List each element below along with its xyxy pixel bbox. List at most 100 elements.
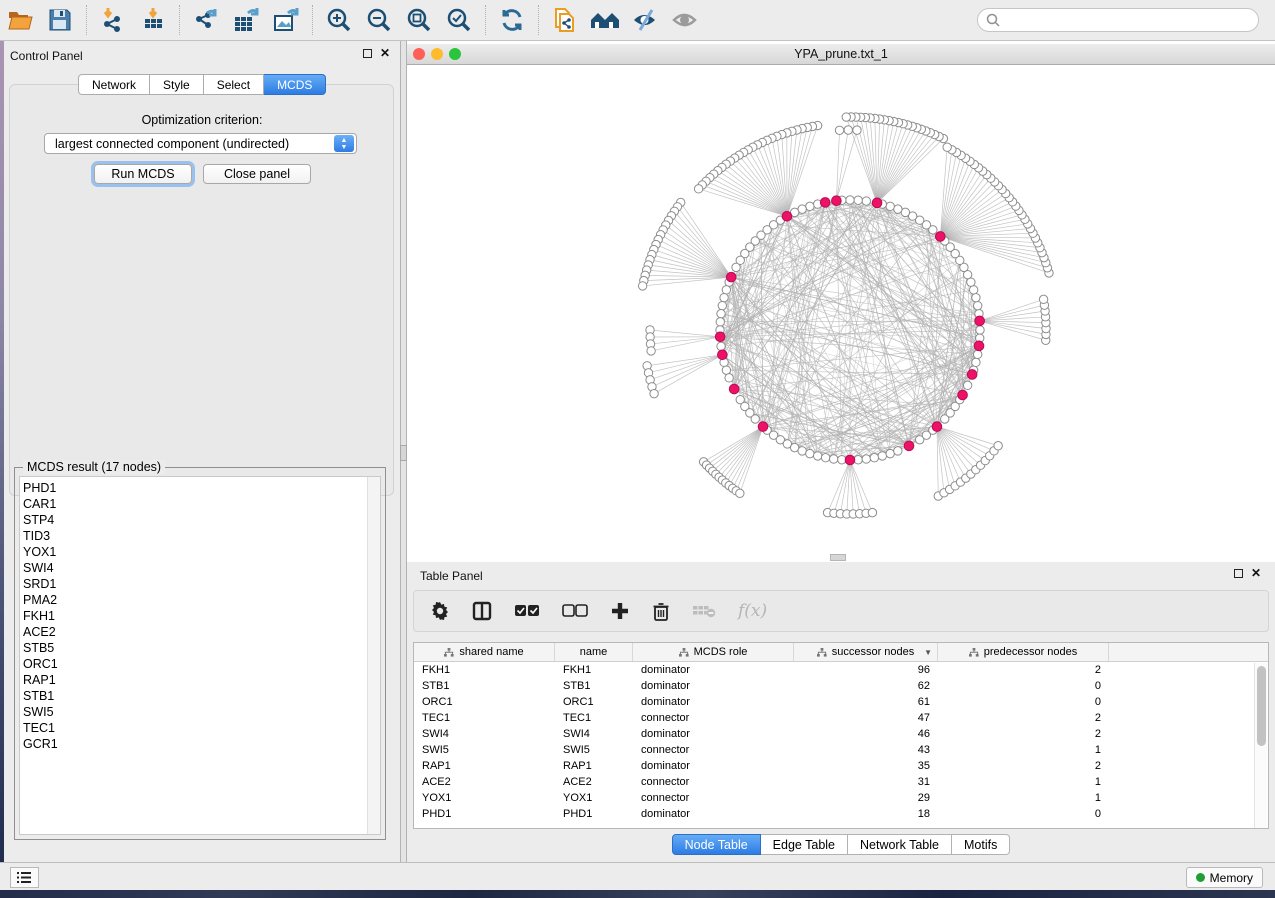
clear-selection-icon[interactable] bbox=[562, 604, 588, 618]
mcds-list-scrollbar[interactable] bbox=[367, 477, 380, 834]
network-node[interactable] bbox=[878, 452, 886, 460]
network-node[interactable] bbox=[853, 126, 861, 134]
network-node[interactable] bbox=[716, 318, 724, 326]
network-node[interactable] bbox=[694, 185, 702, 193]
network-node[interactable] bbox=[943, 143, 951, 151]
column-menu-icon[interactable]: ▼ bbox=[924, 648, 932, 657]
table-row[interactable]: SWI5SWI5connector431 bbox=[414, 742, 1268, 758]
dominator-node[interactable] bbox=[967, 370, 977, 380]
network-node[interactable] bbox=[969, 286, 977, 294]
network-node[interactable] bbox=[886, 202, 894, 210]
column-header-successors[interactable]: successor nodes▼ bbox=[794, 643, 938, 661]
search-input[interactable] bbox=[1000, 10, 1258, 30]
network-node[interactable] bbox=[725, 374, 733, 382]
network-node[interactable] bbox=[806, 449, 814, 457]
network-node[interactable] bbox=[830, 455, 838, 463]
table-row[interactable]: TEC1TEC1connector472 bbox=[414, 710, 1268, 726]
zoom-in-icon[interactable] bbox=[322, 4, 356, 36]
close-panel-icon[interactable]: ✕ bbox=[380, 49, 390, 58]
table-row[interactable]: PHD1PHD1dominator180 bbox=[414, 806, 1268, 822]
import-network-icon[interactable] bbox=[96, 4, 130, 36]
network-node[interactable] bbox=[972, 358, 980, 366]
network-node[interactable] bbox=[862, 197, 870, 205]
dominator-node[interactable] bbox=[718, 350, 728, 360]
table-scrollbar-thumb[interactable] bbox=[1257, 666, 1266, 746]
dominator-node[interactable] bbox=[958, 390, 968, 400]
mcds-result-item[interactable]: PMA2 bbox=[23, 592, 380, 608]
network-node[interactable] bbox=[972, 293, 980, 301]
network-node[interactable] bbox=[886, 449, 894, 457]
zoom-out-icon[interactable] bbox=[362, 4, 396, 36]
horizontal-splitter-handle[interactable] bbox=[830, 554, 846, 561]
network-node[interactable] bbox=[736, 489, 744, 497]
table-row[interactable]: YOX1YOX1connector291 bbox=[414, 790, 1268, 806]
network-node[interactable] bbox=[1039, 295, 1047, 303]
network-node[interactable] bbox=[842, 113, 850, 121]
mcds-result-item[interactable]: SWI4 bbox=[23, 560, 380, 576]
mcds-result-item[interactable]: TID3 bbox=[23, 528, 380, 544]
show-columns-icon[interactable] bbox=[472, 601, 492, 621]
import-table-icon[interactable] bbox=[136, 4, 170, 36]
network-node[interactable] bbox=[798, 447, 806, 455]
tab-select[interactable]: Select bbox=[204, 74, 264, 95]
mcds-result-item[interactable]: YOX1 bbox=[23, 544, 380, 560]
optimization-criterion-select[interactable]: largest connected component (undirected)… bbox=[44, 133, 357, 154]
network-node[interactable] bbox=[821, 453, 829, 461]
table-row[interactable]: FKH1FKH1dominator962 bbox=[414, 662, 1268, 678]
refresh-layout-icon[interactable] bbox=[495, 4, 529, 36]
zoom-selected-icon[interactable] bbox=[442, 4, 476, 36]
table-scrollbar[interactable] bbox=[1254, 663, 1267, 828]
table-row[interactable]: ORC1ORC1dominator610 bbox=[414, 694, 1268, 710]
tab-edge-table[interactable]: Edge Table bbox=[761, 834, 848, 855]
network-window-titlebar[interactable]: YPA_prune.txt_1 bbox=[407, 44, 1275, 65]
hide-selected-icon[interactable] bbox=[628, 4, 662, 36]
select-all-rows-icon[interactable] bbox=[514, 604, 540, 618]
mcds-result-item[interactable]: STB1 bbox=[23, 688, 380, 704]
dominator-node[interactable] bbox=[715, 332, 725, 342]
network-node[interactable] bbox=[806, 202, 814, 210]
mcds-result-item[interactable]: FKH1 bbox=[23, 608, 380, 624]
network-node[interactable] bbox=[868, 508, 876, 516]
network-node[interactable] bbox=[835, 126, 843, 134]
dominator-node[interactable] bbox=[872, 198, 882, 208]
network-node[interactable] bbox=[973, 301, 981, 309]
mcds-result-item[interactable]: SWI5 bbox=[23, 704, 380, 720]
mcds-result-item[interactable]: PHD1 bbox=[23, 480, 380, 496]
dominator-node[interactable] bbox=[820, 198, 830, 208]
mcds-result-item[interactable]: STB5 bbox=[23, 640, 380, 656]
network-node[interactable] bbox=[732, 263, 740, 271]
network-node[interactable] bbox=[844, 126, 852, 134]
network-node[interactable] bbox=[846, 196, 854, 204]
dominator-node[interactable] bbox=[932, 422, 942, 432]
network-node[interactable] bbox=[994, 442, 1002, 450]
network-node[interactable] bbox=[717, 342, 725, 350]
network-node[interactable] bbox=[894, 205, 902, 213]
table-settings-icon[interactable] bbox=[430, 601, 450, 621]
network-node[interactable] bbox=[638, 282, 646, 290]
tab-motifs[interactable]: Motifs bbox=[952, 834, 1010, 855]
close-panel-button[interactable]: Close panel bbox=[203, 164, 311, 184]
column-header-shared_name[interactable]: shared name bbox=[414, 643, 555, 661]
vertical-splitter[interactable] bbox=[400, 41, 407, 862]
close-panel-icon[interactable]: ✕ bbox=[1251, 569, 1261, 578]
run-mcds-button[interactable]: Run MCDS bbox=[94, 164, 192, 184]
first-neighbors-icon[interactable] bbox=[588, 4, 622, 36]
mcds-result-item[interactable]: RAP1 bbox=[23, 672, 380, 688]
network-node[interactable] bbox=[722, 366, 730, 374]
network-canvas[interactable] bbox=[407, 65, 1275, 562]
show-all-icon[interactable] bbox=[668, 4, 702, 36]
dominator-node[interactable] bbox=[782, 211, 792, 221]
tab-node-table[interactable]: Node Table bbox=[672, 834, 761, 855]
export-table-icon[interactable] bbox=[229, 4, 263, 36]
dominator-node[interactable] bbox=[975, 316, 985, 326]
vertical-splitter-handle[interactable] bbox=[400, 445, 407, 461]
network-node[interactable] bbox=[973, 350, 981, 358]
dominator-node[interactable] bbox=[726, 272, 736, 282]
network-node[interactable] bbox=[976, 326, 984, 334]
network-node[interactable] bbox=[862, 455, 870, 463]
column-header-name[interactable]: name bbox=[555, 643, 633, 661]
dominator-node[interactable] bbox=[974, 341, 984, 351]
save-session-icon[interactable] bbox=[43, 4, 77, 36]
dominator-node[interactable] bbox=[904, 441, 914, 451]
network-node[interactable] bbox=[717, 310, 725, 318]
